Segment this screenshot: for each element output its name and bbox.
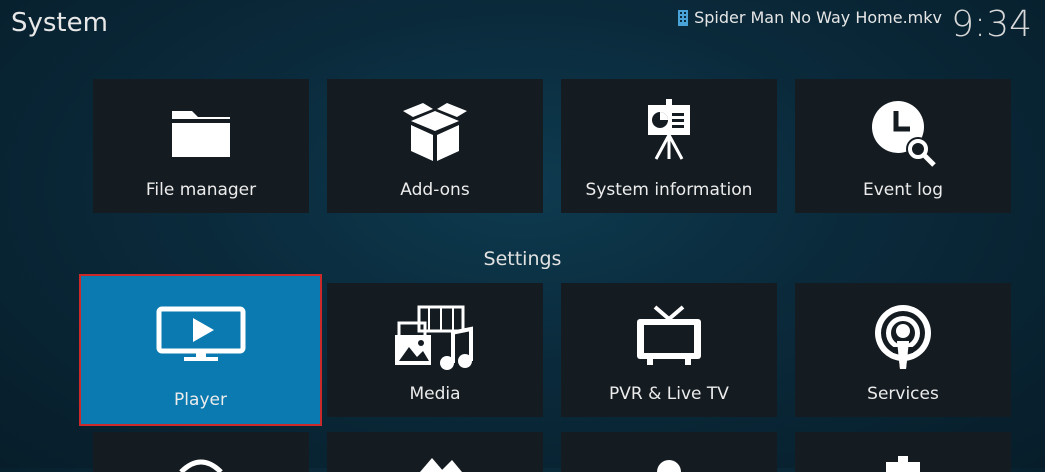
tile-label: Services <box>867 384 939 404</box>
tile-row3-2[interactable] <box>327 432 543 472</box>
tile-label: Event log <box>862 180 944 200</box>
tile-event-log[interactable]: Event log <box>795 79 1011 213</box>
presentation-icon <box>648 99 690 160</box>
film-icon <box>678 9 689 26</box>
tile-label: PVR & Live TV <box>609 384 729 404</box>
section-heading-settings: Settings <box>483 248 562 270</box>
page-title: System <box>11 8 108 38</box>
tile-row3-3[interactable] <box>561 432 777 472</box>
folder-icon <box>172 111 230 157</box>
partial-icon <box>886 456 920 472</box>
tile-add-ons[interactable]: Add-ons <box>327 79 543 213</box>
tile-label: File manager <box>145 180 257 200</box>
tv-icon <box>637 305 701 365</box>
tile-label: Add-ons <box>400 180 470 200</box>
tile-label: Player <box>174 390 227 410</box>
partial-icon <box>179 459 223 472</box>
tile-label: System information <box>585 180 753 200</box>
box-icon <box>403 103 467 161</box>
partial-icon <box>657 460 681 472</box>
clock-search-icon <box>872 101 936 167</box>
tile-row3-4[interactable] <box>795 432 1011 472</box>
tile-pvr-live-tv[interactable]: PVR & Live TV <box>561 283 777 417</box>
partial-icon <box>420 458 462 472</box>
tile-file-manager[interactable]: File manager <box>93 79 309 213</box>
tile-media[interactable]: Media <box>327 283 543 417</box>
tile-system-information[interactable]: System information <box>561 79 777 213</box>
tile-player[interactable]: Player <box>79 274 322 426</box>
tile-services[interactable]: Services <box>795 283 1011 417</box>
broadcast-icon <box>875 305 931 369</box>
monitor-play-icon <box>156 306 245 361</box>
now-playing-title: Spider Man No Way Home.mkv <box>694 8 942 27</box>
clock: 9:34 <box>951 4 1032 45</box>
now-playing: Spider Man No Way Home.mkv <box>677 8 942 27</box>
tile-label: Media <box>409 384 461 404</box>
tile-row3-1[interactable] <box>93 432 309 472</box>
media-icon <box>395 305 473 370</box>
